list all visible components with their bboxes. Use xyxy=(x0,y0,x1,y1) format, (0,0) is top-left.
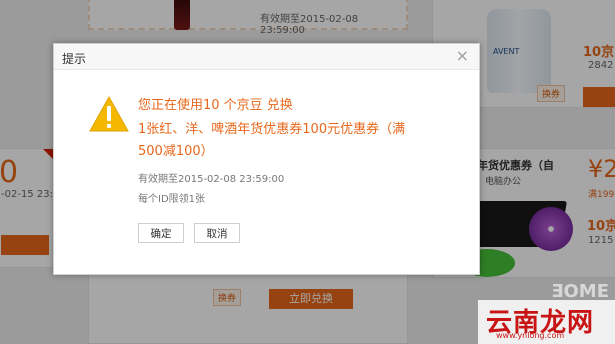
message-line-2: 1张红、洋、啤酒年货优惠券100元优惠券（满 xyxy=(138,122,406,137)
expiry-text: 有效期至2015-02-08 23:59:00 xyxy=(138,174,285,185)
warning-icon xyxy=(89,96,129,132)
cancel-button[interactable]: 取消 xyxy=(194,223,240,243)
faded-logo-mark: ƎOME xyxy=(551,281,609,302)
watermark-url: www.ynlong.com xyxy=(496,331,565,340)
confirm-button[interactable]: 确定 xyxy=(138,223,184,243)
message-line-3: 500减100） xyxy=(138,144,214,159)
limit-text: 每个ID限领1张 xyxy=(138,194,206,205)
watermark: 云南龙网 www.ynlong.com xyxy=(478,300,615,344)
dialog-title: 提示 xyxy=(62,52,87,66)
close-icon[interactable]: × xyxy=(456,47,469,65)
message-line-1: 您正在使用10 个京豆 兑换 xyxy=(138,98,293,113)
confirm-exchange-dialog: 提示 × 您正在使用10 个京豆 兑换 1张红、洋、啤酒年货优惠券100元优惠券… xyxy=(53,43,480,275)
dialog-header: 提示 × xyxy=(54,44,479,70)
